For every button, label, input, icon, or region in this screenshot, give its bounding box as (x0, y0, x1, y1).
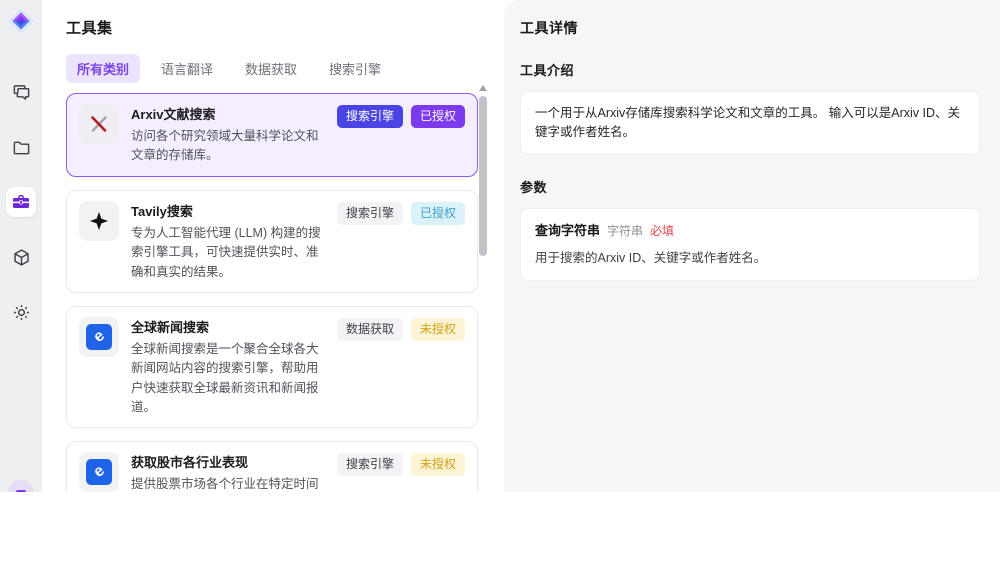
intro-heading: 工具介绍 (520, 63, 575, 78)
tool-card-list: Arxiv文献搜索 访问各个研究领域大量科学论文和文章的存储库。 搜索引擎 已授… (66, 93, 478, 492)
params-heading: 参数 (520, 179, 548, 195)
tool-details-panel: 工具详情 工具介绍 一个用于从Arxiv存储库搜索科学论文和文章的工具。 输入可… (504, 0, 1000, 492)
param-required-flag: 必填 (650, 223, 675, 238)
sidebar-nav (6, 77, 36, 327)
chat-icon (13, 84, 29, 100)
scroll-up-arrow-icon[interactable] (479, 85, 487, 91)
tool-card-arxiv[interactable]: Arxiv文献搜索 访问各个研究领域大量科学论文和文章的存储库。 搜索引擎 已授… (66, 93, 478, 177)
tool-title: Arxiv文献搜索 (131, 107, 216, 122)
tavily-star-icon (79, 200, 119, 241)
tool-description: 提供股票市场各个行业在特定时间段内的表现。投资者可以利用这些信息来识别表现优于或… (131, 477, 319, 492)
tool-title: 获取股市各行业表现 (131, 455, 249, 471)
category-badge: 搜索引擎 (336, 453, 403, 477)
tool-description: 全球新闻搜索是一个聚合全球各大新闻网站内容的搜索引擎，帮助用户快速获取全球最新资… (131, 341, 319, 414)
scrollbar-thumb[interactable] (479, 96, 487, 256)
tool-card-sector-performance[interactable]: e 获取股市各行业表现 提供股票市场各个行业在特定时间段内的表现。投资者可以利用… (66, 441, 478, 492)
tool-title: Tavily搜索 (131, 203, 193, 219)
gear-icon (13, 304, 29, 320)
param-type: 字符串 (607, 223, 644, 238)
category-badge: 数据获取 (336, 317, 403, 341)
tool-card-tavily[interactable]: Tavily搜索 专为人工智能代理 (LLM) 构建的搜索引擎工具，可快速提供实… (66, 189, 478, 293)
category-tabs: 所有类别 语言翻译 数据获取 搜索引擎 (66, 54, 497, 83)
toolbox-icon (13, 195, 29, 208)
auth-status-badge: 已授权 (410, 105, 465, 128)
user-avatar[interactable] (8, 480, 34, 492)
tab-data-fetch[interactable]: 数据获取 (234, 54, 308, 83)
sidebar-item-files[interactable] (6, 132, 36, 162)
folder-icon (13, 141, 29, 154)
tool-description: 访问各个研究领域大量科学论文和文章的存储库。 (131, 129, 319, 163)
category-badge: 搜索引擎 (336, 105, 403, 128)
cube-icon (13, 248, 29, 266)
intro-text: 一个用于从Arxiv存储库搜索科学论文和文章的工具。 输入可以是Arxiv ID… (535, 106, 961, 139)
tool-description: 专为人工智能代理 (LLM) 构建的搜索引擎工具，可快速提供实时、准确和真实的结… (131, 225, 321, 279)
app-logo-icon (8, 8, 34, 34)
sidebar-item-packages[interactable] (6, 242, 36, 272)
tab-all-categories[interactable]: 所有类别 (66, 54, 141, 83)
intro-card: 一个用于从Arxiv存储库搜索科学论文和文章的工具。 输入可以是Arxiv ID… (520, 91, 980, 155)
list-scrollbar[interactable] (479, 85, 487, 490)
juhe-icon: e (79, 316, 119, 357)
auth-status-badge: 未授权 (410, 453, 465, 477)
details-title: 工具详情 (520, 20, 578, 36)
sidebar-item-tools[interactable] (6, 187, 36, 217)
param-name: 查询字符串 (535, 222, 601, 238)
sidebar-item-chat[interactable] (6, 77, 36, 107)
app-window: 工具集 所有类别 语言翻译 数据获取 搜索引擎 Arxiv文献搜索 访问各个研究… (0, 0, 1000, 492)
param-card: 查询字符串 字符串 必填 用于搜索的Arxiv ID、关键字或作者姓名。 (520, 207, 980, 281)
sidebar-item-settings[interactable] (6, 297, 36, 327)
juhe-icon: e (79, 452, 119, 492)
tool-title: 全球新闻搜索 (131, 319, 210, 335)
tool-list-panel: 工具集 所有类别 语言翻译 数据获取 搜索引擎 Arxiv文献搜索 访问各个研究… (42, 0, 497, 492)
auth-status-badge: 未授权 (410, 317, 465, 341)
tool-card-global-news[interactable]: e 全球新闻搜索 全球新闻搜索是一个聚合全球各大新闻网站内容的搜索引擎，帮助用户… (66, 305, 478, 429)
arxiv-icon (79, 104, 119, 144)
auth-status-badge: 已授权 (410, 201, 465, 225)
sidebar (0, 0, 42, 492)
page-title: 工具集 (66, 20, 113, 37)
category-badge: 搜索引擎 (336, 201, 403, 225)
tab-search-engine[interactable]: 搜索引擎 (318, 54, 392, 83)
param-description: 用于搜索的Arxiv ID、关键字或作者姓名。 (535, 251, 767, 265)
tab-translation[interactable]: 语言翻译 (150, 54, 224, 83)
